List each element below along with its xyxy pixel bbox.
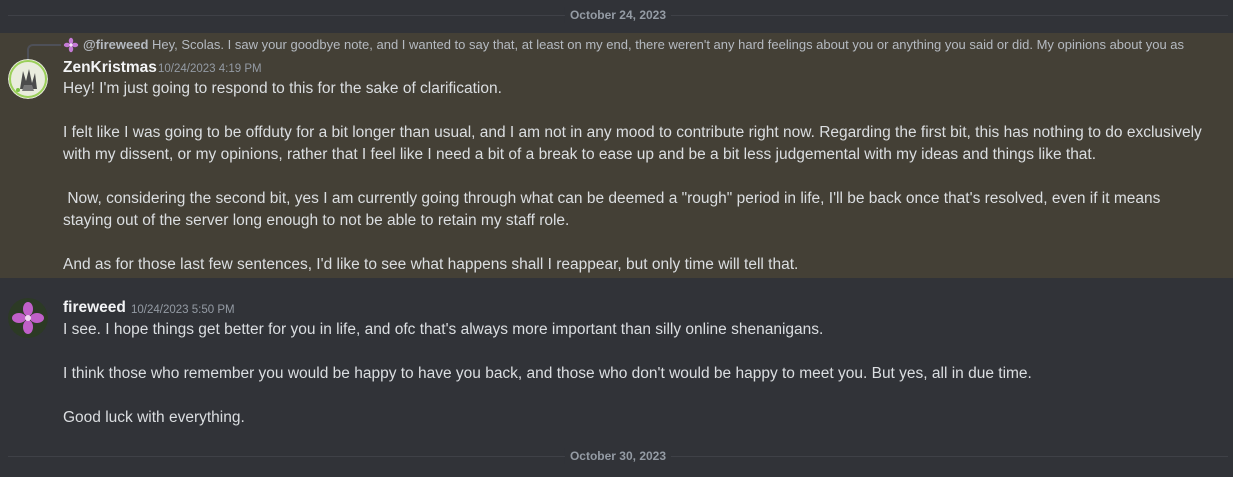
message-paragraph: I felt like I was going to be offduty fo… xyxy=(63,124,1202,163)
timestamp[interactable]: 10/24/2023 5:50 PM xyxy=(131,300,235,320)
username[interactable]: ZenKristmas xyxy=(63,58,157,78)
username[interactable]: fireweed xyxy=(63,298,126,318)
fireweed-avatar-icon xyxy=(8,298,48,338)
reply-reference[interactable]: @fireweed Hey, Scolas. I saw your goodby… xyxy=(0,35,1233,60)
zenkristmas-avatar-icon xyxy=(8,59,48,99)
message-paragraph: And as for those last few sentences, I'd… xyxy=(63,256,799,273)
fireweed-flower-icon xyxy=(63,37,79,53)
reply-spine xyxy=(27,44,61,60)
date-divider: October 30, 2023 xyxy=(8,448,1228,464)
date-divider: October 24, 2023 xyxy=(8,7,1228,23)
message-paragraph: Hey! I'm just going to respond to this f… xyxy=(63,80,502,97)
message-item[interactable]: fireweed 10/24/2023 5:50 PM I see. I hop… xyxy=(0,280,1233,440)
message-paragraph: I think those who remember you would be … xyxy=(63,365,1032,382)
message-item[interactable]: @fireweed Hey, Scolas. I saw your goodby… xyxy=(0,33,1233,278)
date-divider-label: October 24, 2023 xyxy=(564,7,672,23)
message-content: Hey! I'm just going to respond to this f… xyxy=(63,78,1203,276)
avatar[interactable] xyxy=(8,59,48,99)
date-divider-label: October 30, 2023 xyxy=(564,448,672,464)
timestamp[interactable]: 10/24/2023 4:19 PM xyxy=(158,59,262,79)
reply-preview-text[interactable]: Hey, Scolas. I saw your goodbye note, an… xyxy=(152,35,1195,55)
message-content: I see. I hope things get better for you … xyxy=(63,319,1203,429)
message-paragraph: I see. I hope things get better for you … xyxy=(63,321,824,338)
reply-mention[interactable]: @fireweed xyxy=(83,35,148,55)
message-paragraph: Good luck with everything. xyxy=(63,409,245,426)
message-paragraph: Now, considering the second bit, yes I a… xyxy=(63,190,1165,229)
avatar[interactable] xyxy=(8,298,48,338)
